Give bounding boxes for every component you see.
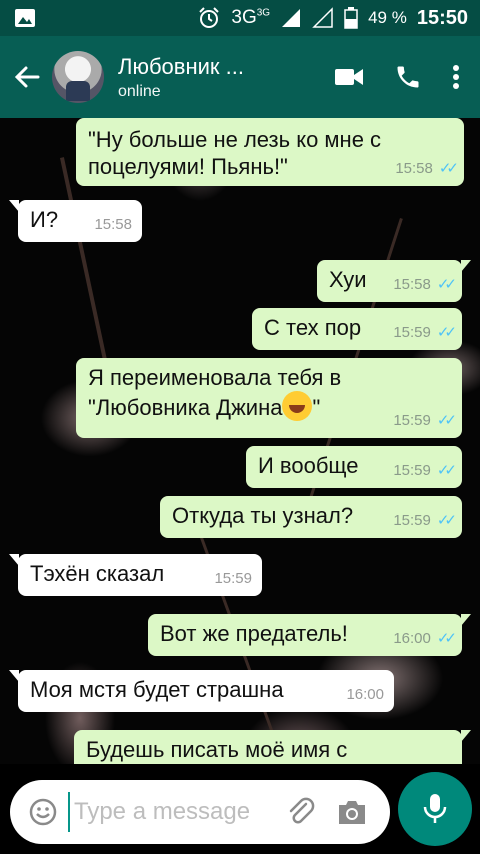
message-incoming[interactable]: И? 15:58 (9, 200, 142, 242)
message-time: 15:59 (393, 462, 431, 479)
clock: 15:50 (416, 6, 468, 29)
contact-status: online (118, 83, 161, 100)
message-outgoing[interactable]: Хуи 15:58 ✓✓ (317, 260, 471, 302)
message-time: 16:00 (393, 630, 431, 647)
message-time: 16:00 (346, 686, 384, 703)
read-receipt-icon: ✓✓ (436, 412, 457, 429)
read-receipt-icon: ✓✓ (436, 276, 457, 293)
read-receipt-icon: ✓✓ (436, 630, 457, 647)
message-time: 15:58 (393, 276, 431, 293)
message-outgoing[interactable]: "Ну больше не лезь ко мне с поцелуями! П… (76, 118, 464, 186)
battery-level: 49 % (368, 8, 407, 27)
network-type: 3G3G (231, 7, 271, 28)
message-time: 15:58 (395, 160, 433, 177)
mic-button[interactable] (398, 772, 472, 846)
video-call-icon[interactable] (334, 66, 364, 88)
message-time: 15:59 (393, 512, 431, 529)
message-time: 15:58 (94, 216, 132, 233)
message-incoming[interactable]: Моя мстя будет страшна 16:00 (9, 670, 394, 712)
contact-info[interactable]: Любовник ... online (118, 53, 334, 101)
message-time: 15:59 (393, 412, 431, 429)
read-receipt-icon: ✓✓ (436, 462, 457, 479)
battery-icon (344, 7, 358, 29)
attach-icon[interactable] (286, 796, 316, 828)
status-bar: 3G3G 49 % 15:50 (0, 0, 480, 36)
alarm-icon (197, 6, 221, 30)
emoji-icon[interactable] (28, 797, 58, 827)
image-icon (14, 8, 36, 28)
rofl-emoji (282, 391, 313, 421)
message-incoming[interactable]: Тэхён сказал 15:59 (9, 554, 262, 596)
contact-name: Любовник ... (118, 54, 244, 79)
message-outgoing[interactable]: С тех пор 15:59 ✓✓ (252, 308, 462, 350)
message-time: 15:59 (214, 570, 252, 587)
chat-area[interactable]: "Ну больше не лезь ко мне с поцелуями! П… (0, 118, 480, 764)
phone-icon[interactable] (394, 63, 422, 91)
avatar[interactable] (52, 51, 104, 103)
signal-icon (280, 7, 302, 29)
message-outgoing[interactable]: Откуда ты узнал? 15:59 ✓✓ (160, 496, 462, 538)
more-vert-icon[interactable] (452, 64, 460, 90)
read-receipt-icon: ✓✓ (438, 160, 459, 177)
message-outgoing[interactable]: Вот же предатель! 16:00 ✓✓ (148, 614, 471, 656)
message-outgoing[interactable]: Я переименовала тебя в "Любовника Джина "… (76, 358, 462, 438)
back-arrow-icon[interactable] (4, 64, 50, 90)
signal-empty-icon (312, 7, 334, 29)
message-text: Моя мстя будет страшна (30, 677, 284, 702)
mic-icon (422, 792, 448, 826)
message-time: 15:59 (393, 324, 431, 341)
message-outgoing[interactable]: И вообще 15:59 ✓✓ (246, 446, 462, 488)
message-input[interactable] (68, 792, 278, 832)
read-receipt-icon: ✓✓ (436, 324, 457, 341)
camera-icon[interactable] (336, 798, 368, 826)
message-composer (10, 780, 390, 844)
read-receipt-icon: ✓✓ (436, 512, 457, 529)
message-text: Я переименовала тебя в (88, 365, 342, 390)
message-text: Будешь писать моё имя с (86, 737, 348, 762)
chat-header: Любовник ... online (0, 36, 480, 118)
message-outgoing[interactable]: Будешь писать моё имя с (74, 730, 471, 764)
